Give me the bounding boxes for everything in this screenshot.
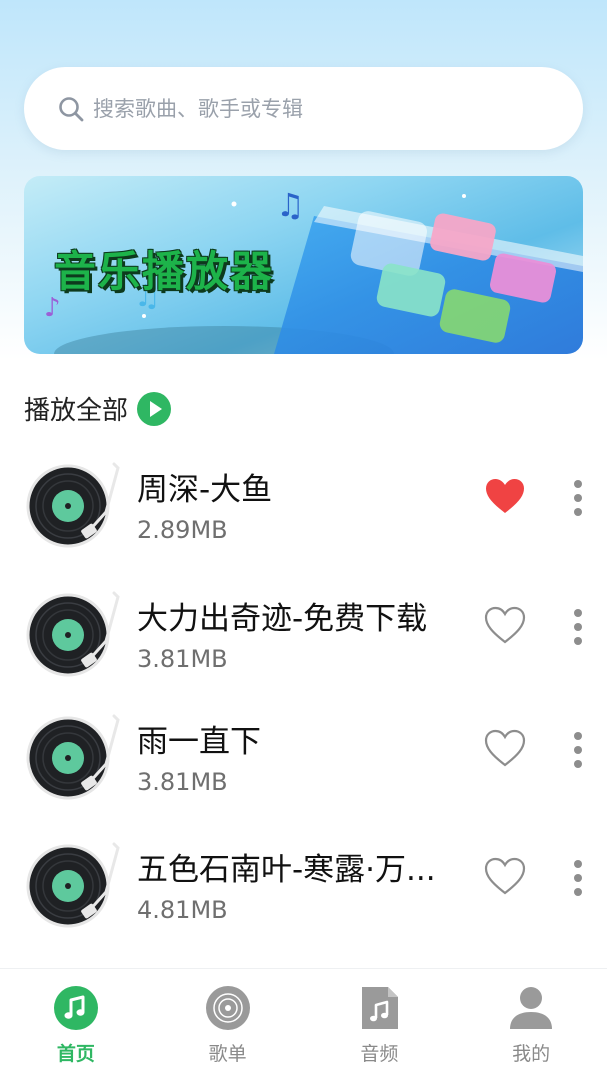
tab-label: 歌单 bbox=[208, 1043, 247, 1065]
tab-label: 我的 bbox=[512, 1043, 551, 1065]
song-size: 3.81MB bbox=[137, 768, 228, 796]
more-options-icon[interactable] bbox=[568, 478, 588, 518]
svg-text:♫: ♫ bbox=[276, 186, 305, 224]
song-size: 2.89MB bbox=[137, 516, 228, 544]
search-bar[interactable] bbox=[24, 67, 583, 150]
heart-filled-icon[interactable] bbox=[484, 476, 526, 518]
vinyl-disc-icon bbox=[26, 462, 120, 548]
song-size: 4.81MB bbox=[137, 896, 228, 924]
banner-title: 音乐播放器 bbox=[54, 247, 275, 296]
vinyl-disc-icon bbox=[26, 591, 120, 677]
play-icon bbox=[137, 391, 172, 426]
song-item[interactable]: 五色石南叶-寒露·万... 4.81MB bbox=[0, 838, 607, 948]
vinyl-icon bbox=[205, 986, 250, 1030]
tab-label: 音频 bbox=[360, 1043, 399, 1065]
search-input[interactable] bbox=[93, 96, 493, 121]
tab-playlist[interactable]: 歌单 bbox=[152, 969, 304, 1080]
heart-outline-icon[interactable] bbox=[484, 728, 526, 770]
vinyl-disc-icon bbox=[26, 842, 120, 928]
song-title: 大力出奇迹-免费下载 bbox=[137, 601, 428, 637]
more-options-icon[interactable] bbox=[568, 730, 588, 770]
song-item[interactable]: 雨一直下 3.81MB bbox=[0, 710, 607, 820]
music-note-icon bbox=[53, 986, 98, 1030]
song-title: 周深-大鱼 bbox=[137, 472, 273, 508]
song-title: 五色石南叶-寒露·万... bbox=[137, 852, 436, 888]
banner[interactable]: ♫ ♪ ♫ 音乐播放器 bbox=[24, 176, 583, 354]
more-options-icon[interactable] bbox=[568, 607, 588, 647]
play-all-button[interactable]: 播放全部 bbox=[24, 390, 172, 427]
audio-file-icon bbox=[362, 987, 399, 1029]
song-item[interactable]: 大力出奇迹-免费下载 3.81MB bbox=[0, 587, 607, 697]
tab-audio[interactable]: 音频 bbox=[304, 969, 456, 1080]
tab-profile[interactable]: 我的 bbox=[455, 969, 607, 1080]
tab-label: 首页 bbox=[56, 1043, 95, 1065]
tab-home[interactable]: 首页 bbox=[0, 969, 152, 1080]
song-size: 3.81MB bbox=[137, 645, 228, 673]
song-item[interactable]: 周深-大鱼 2.89MB bbox=[0, 458, 607, 568]
heart-outline-icon[interactable] bbox=[484, 605, 526, 647]
vinyl-disc-icon bbox=[26, 714, 120, 800]
user-icon bbox=[510, 987, 553, 1029]
more-options-icon[interactable] bbox=[568, 858, 588, 898]
search-icon bbox=[59, 96, 84, 121]
bottom-tab-bar: 首页 歌单 音频 我的 bbox=[0, 968, 607, 1080]
heart-outline-icon[interactable] bbox=[484, 856, 526, 898]
play-all-label: 播放全部 bbox=[24, 396, 129, 426]
song-title: 雨一直下 bbox=[137, 724, 261, 760]
